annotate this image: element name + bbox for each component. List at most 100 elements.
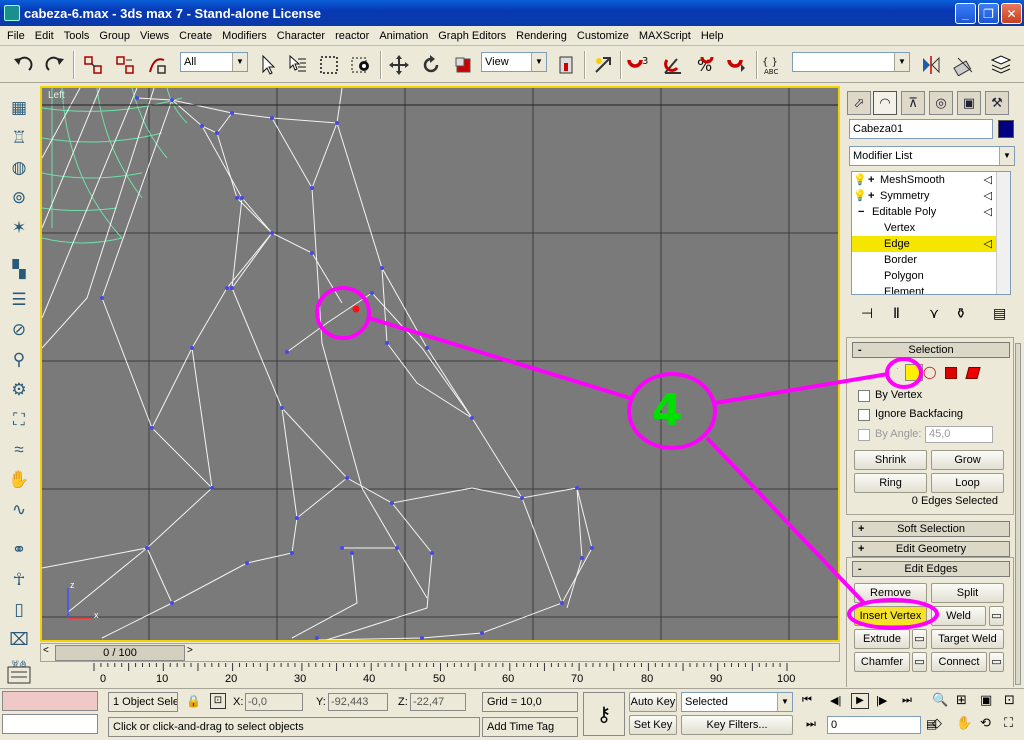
snap-3d-icon[interactable]: 3 <box>626 53 652 77</box>
maxscript-listener-white[interactable] <box>2 714 98 734</box>
tool-icon[interactable]: ⚲ <box>6 347 32 373</box>
add-time-tag-button[interactable]: Add Time Tag <box>482 717 578 737</box>
stack-item-meshsmooth[interactable]: 💡 + MeshSmooth ◁ <box>852 172 1010 188</box>
menu-customize[interactable]: Customize <box>572 27 634 45</box>
layer-manager-icon[interactable] <box>988 53 1014 77</box>
zoom-icon[interactable]: 🔍 <box>932 692 948 708</box>
select-and-link-icon[interactable] <box>80 53 106 77</box>
go-to-end-icon[interactable]: ⏭ <box>902 694 912 707</box>
ripple-icon[interactable]: ∿ <box>6 497 32 523</box>
edit-edges-rollout-header[interactable]: - Edit Edges <box>852 561 1010 577</box>
lightbulb-icon[interactable]: 💡 <box>852 188 868 204</box>
menu-help[interactable]: Help <box>696 27 729 45</box>
shrink-button[interactable]: Shrink <box>854 450 927 470</box>
y-coordinate-field[interactable]: -92,443 <box>328 693 388 711</box>
close-button[interactable]: ✕ <box>1001 3 1022 24</box>
pivot-center-icon[interactable] <box>553 53 579 77</box>
reference-coordinate-dropdown[interactable]: View ▼ <box>481 52 547 72</box>
select-and-manipulate-icon[interactable] <box>590 53 616 77</box>
x-coordinate-field[interactable]: -0,0 <box>245 693 303 711</box>
weld-button[interactable]: Weld <box>931 606 986 626</box>
minimize-button[interactable]: _ <box>955 3 976 24</box>
viewport-label[interactable]: Left <box>48 90 65 101</box>
container-icon[interactable]: ▦ <box>6 95 32 121</box>
menu-character[interactable]: Character <box>272 27 330 45</box>
lock-selection-icon[interactable]: 🔒 <box>186 694 201 708</box>
menu-views[interactable]: Views <box>135 27 174 45</box>
remove-modifier-icon[interactable]: ⚱ <box>955 305 967 322</box>
next-frame-icon[interactable]: > <box>187 645 193 656</box>
hierarchy-tab-icon[interactable]: ⊼ <box>901 91 925 115</box>
capsule-icon[interactable]: ⊘ <box>6 317 32 343</box>
mini-curve-editor-icon[interactable] <box>0 663 38 687</box>
utilities-tab-icon[interactable]: ⚒ <box>985 91 1009 115</box>
set-key-button[interactable]: Set Key <box>629 715 677 735</box>
menu-graph-editors[interactable]: Graph Editors <box>433 27 511 45</box>
track-bar[interactable]: 0 10 20 30 40 50 60 70 80 90 100 <box>40 663 840 687</box>
by-angle-checkbox[interactable] <box>858 429 870 441</box>
zoom-extents-all-icon[interactable]: ⊡ <box>1004 692 1015 708</box>
sphere-icon[interactable]: ◍ <box>6 155 32 181</box>
extrude-button[interactable]: Extrude <box>854 629 910 649</box>
menu-file[interactable]: File <box>2 27 30 45</box>
make-unique-icon[interactable]: ⋎ <box>929 305 939 322</box>
stack-subitem-vertex[interactable]: Vertex <box>852 220 1010 236</box>
chain-icon[interactable]: ⚭ <box>6 537 32 563</box>
create-tab-icon[interactable]: ⬀ <box>847 91 871 115</box>
chamfer-button[interactable]: Chamfer <box>854 652 910 672</box>
expander-icon[interactable]: + <box>868 172 880 188</box>
key-mode-dropdown[interactable]: Selected ▼ <box>681 692 793 712</box>
ignore-backfacing-checkbox[interactable] <box>858 409 870 421</box>
mirror-icon[interactable] <box>918 53 944 77</box>
menu-modifiers[interactable]: Modifiers <box>217 27 272 45</box>
element-mode-icon[interactable] <box>965 367 981 379</box>
z-coordinate-field[interactable]: -22,47 <box>410 693 466 711</box>
display-tab-icon[interactable]: ▣ <box>957 91 981 115</box>
undo-icon[interactable] <box>10 53 36 77</box>
maximize-button[interactable]: ❐ <box>978 3 999 24</box>
mesh-vertices[interactable] <box>100 96 594 640</box>
wave-icon[interactable]: ≈ <box>6 437 32 463</box>
grow-button[interactable]: Grow <box>931 450 1004 470</box>
object-name-field[interactable]: Cabeza01 <box>849 119 993 139</box>
insert-vertex-button[interactable]: Insert Vertex <box>854 606 927 626</box>
biped-icon[interactable]: ☥ <box>6 567 32 593</box>
geosphere-icon[interactable]: ⊚ <box>6 185 32 211</box>
collapse-icon[interactable]: − <box>858 204 872 220</box>
menu-animation[interactable]: Animation <box>374 27 433 45</box>
connect-button[interactable]: Connect <box>931 652 987 672</box>
configure-sets-icon[interactable]: ▤ <box>993 305 1006 322</box>
go-to-start-icon[interactable]: ⏮ <box>802 694 812 707</box>
select-by-name-icon[interactable] <box>284 53 310 77</box>
object-color-swatch[interactable] <box>998 120 1014 138</box>
menu-group[interactable]: Group <box>94 27 135 45</box>
motion-tab-icon[interactable]: ◎ <box>929 91 953 115</box>
select-object-icon[interactable] <box>254 53 280 77</box>
arc-rotate-icon[interactable]: ⟲ <box>980 715 991 731</box>
chamfer-settings-icon[interactable]: ▭ <box>912 652 927 672</box>
stack-subitem-edge[interactable]: Edge ◁ <box>852 236 1010 252</box>
extrude-settings-icon[interactable]: ▭ <box>912 629 927 649</box>
previous-frame-icon[interactable]: ◀| <box>830 694 841 707</box>
menu-maxscript[interactable]: MAXScript <box>634 27 696 45</box>
border-mode-icon[interactable]: ◯ <box>923 365 936 379</box>
select-and-scale-icon[interactable] <box>450 53 476 77</box>
maximize-viewport-icon[interactable]: ⛶ <box>1004 715 1013 731</box>
current-frame-field[interactable]: 0 <box>827 716 921 734</box>
by-angle-spinner[interactable]: 45,0 <box>925 426 993 443</box>
set-key-icon[interactable]: ⚷ <box>583 692 625 736</box>
selection-rollout-header[interactable]: - Selection <box>852 342 1010 358</box>
panel-scrollbar[interactable] <box>1015 343 1021 685</box>
modify-tab-icon[interactable]: ◠ <box>873 91 897 115</box>
star-figure-icon[interactable]: ✶ <box>6 215 32 241</box>
selected-vertex[interactable] <box>352 305 360 313</box>
polygon-mode-icon[interactable] <box>945 367 957 379</box>
gear-icon[interactable]: ⚙ <box>6 377 32 403</box>
expander-icon[interactable]: + <box>868 188 880 204</box>
percent-snap-icon[interactable]: % <box>692 53 718 77</box>
edit-named-selection-icon[interactable]: { } ABC <box>760 53 786 77</box>
left-viewport[interactable]: Left z x <box>40 86 840 642</box>
zoom-extents-icon[interactable]: ▣ <box>980 692 992 708</box>
key-filters-button[interactable]: Key Filters... <box>681 715 793 735</box>
pan-icon[interactable]: ✋ <box>956 715 972 731</box>
